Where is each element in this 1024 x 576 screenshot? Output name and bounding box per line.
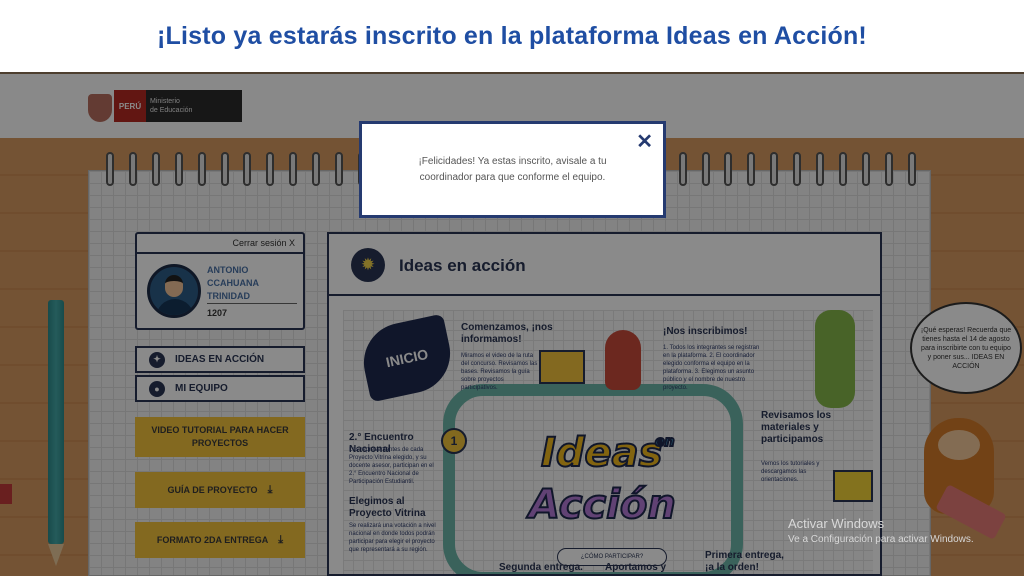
platform-screenshot: PERÚ Ministerio de Educación Cerrar sesi…	[0, 74, 1024, 576]
success-modal: ✕ ¡Felicidades! Ya estas inscrito, avisa…	[359, 121, 666, 218]
windows-activation-watermark: Activar Windows Ve a Configuración para …	[788, 516, 974, 545]
close-icon[interactable]: ✕	[636, 132, 653, 152]
watermark-line1: Activar Windows	[788, 516, 885, 531]
watermark-line2: Ve a Configuración para activar Windows.	[788, 534, 974, 545]
slide-title: ¡Listo ya estarás inscrito en la platafo…	[0, 0, 1024, 74]
modal-message: ¡Felicidades! Ya estas inscrito, avisale…	[418, 155, 607, 183]
